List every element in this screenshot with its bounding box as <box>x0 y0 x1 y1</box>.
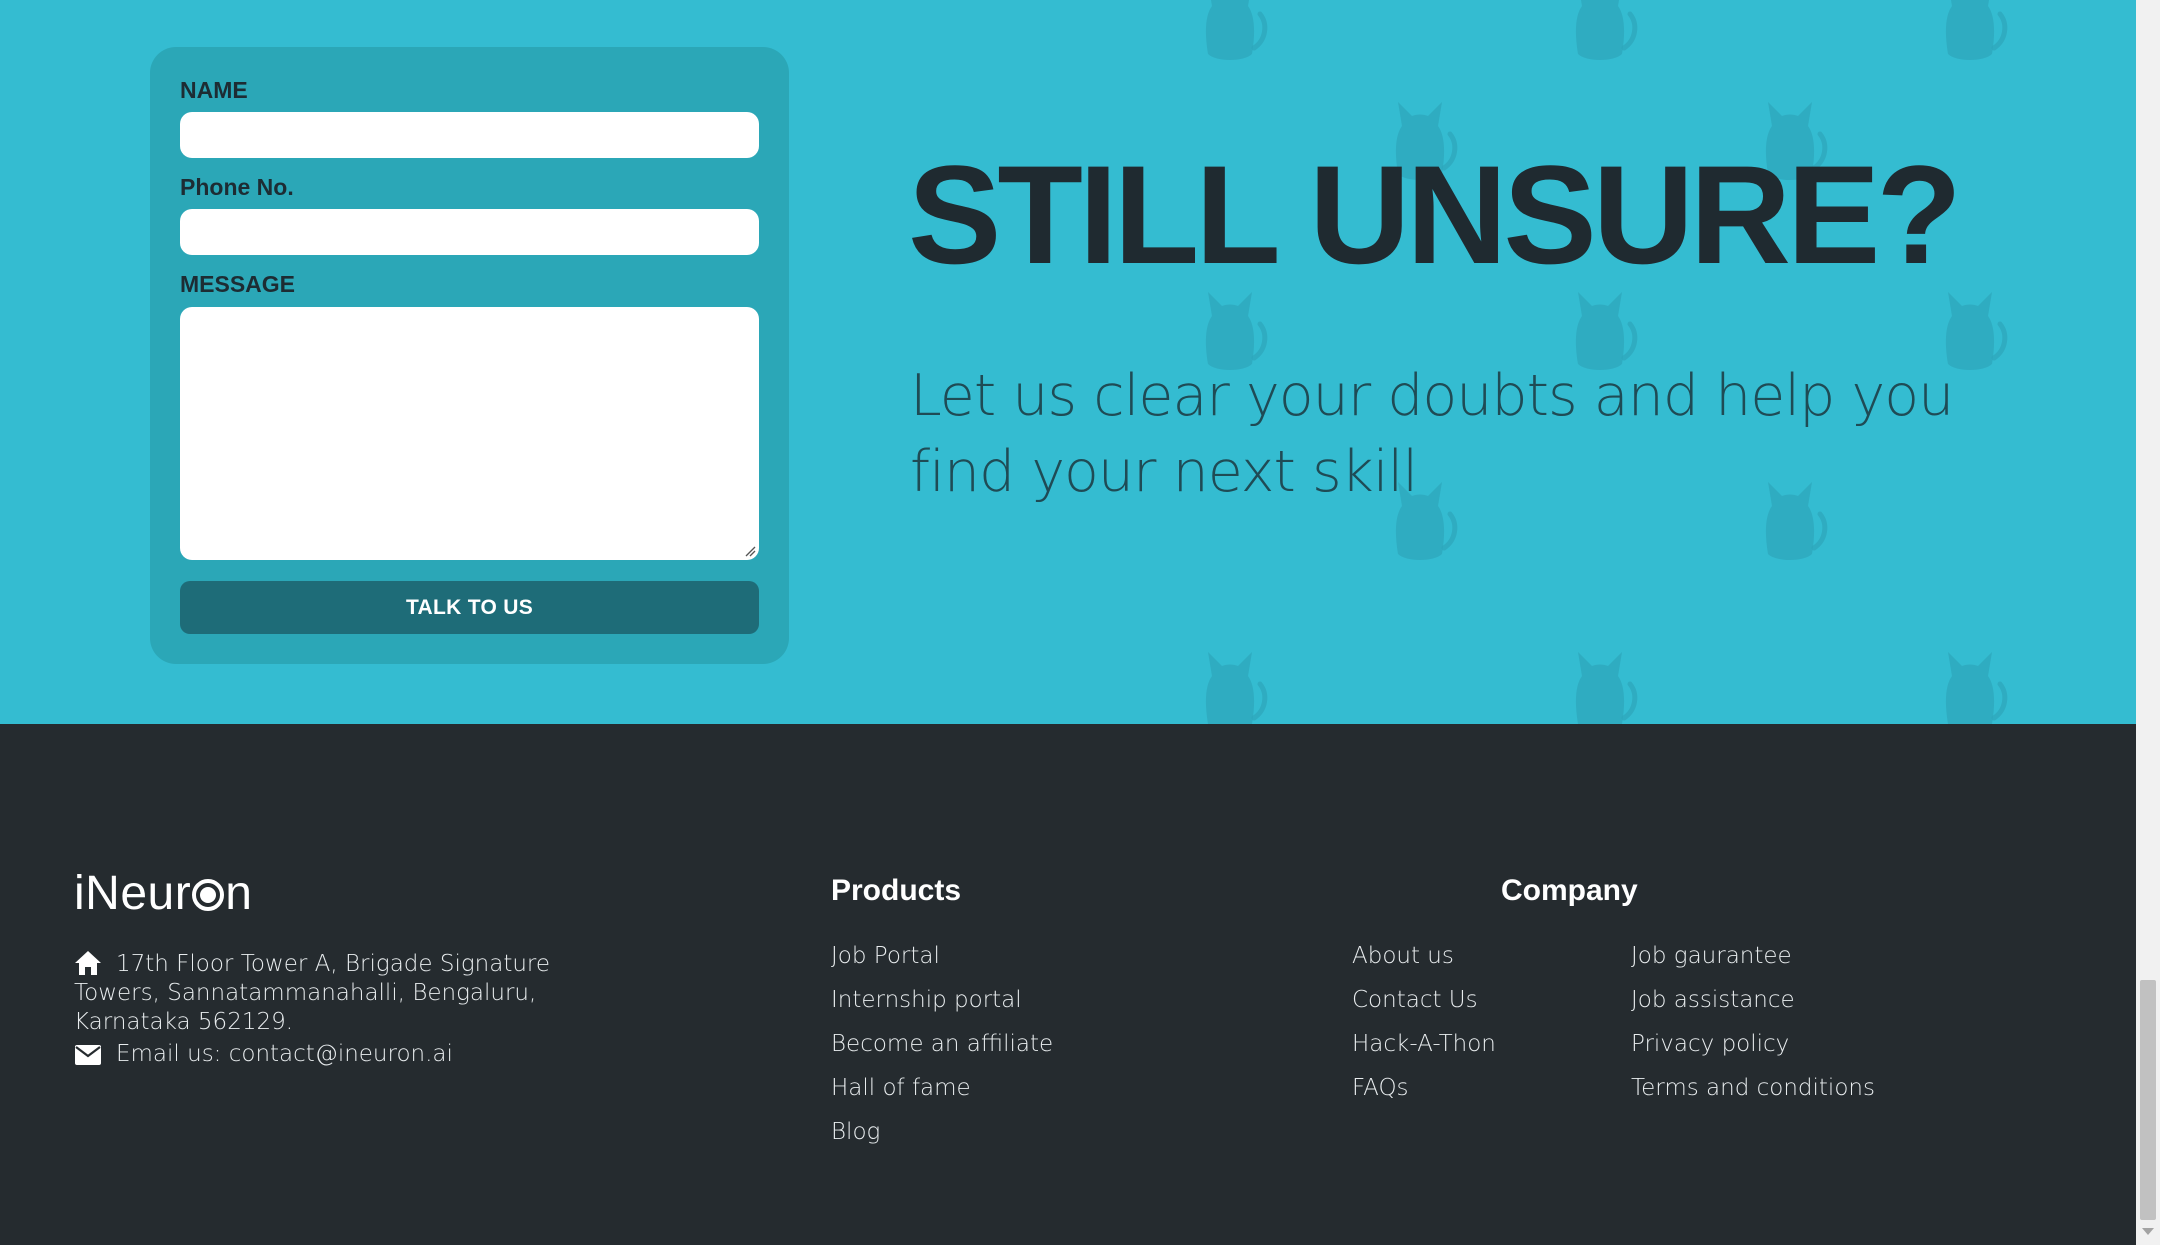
company-links-col2: Job gaurantee Job assistance Privacy pol… <box>1631 934 1875 1110</box>
site-footer: iNeur n 17th Floor Tower A, Brigade Signa… <box>0 724 2136 1245</box>
logo-o-icon <box>192 879 225 911</box>
contact-form: NAME Phone No. MESSAGE TALK TO US <box>150 47 789 664</box>
scrollbar-thumb[interactable] <box>2140 980 2156 1220</box>
hero-subtitle: Let us clear your doubts and help you fi… <box>910 363 1954 505</box>
products-heading: Products <box>831 874 962 907</box>
message-textarea[interactable] <box>180 307 759 560</box>
address-text: 17th Floor Tower A, Brigade Signature To… <box>74 951 551 1035</box>
page-scrollbar[interactable] <box>2136 0 2160 1245</box>
footer-link-hall-of-fame[interactable]: Hall of fame <box>831 1066 1053 1110</box>
envelope-icon <box>75 1045 101 1065</box>
ineuron-logo[interactable]: iNeur n <box>74 866 252 921</box>
address-block: 17th Floor Tower A, Brigade Signature To… <box>74 950 614 1037</box>
hero-title: STILL UNSURE? <box>908 136 1962 293</box>
footer-link-job-guarantee[interactable]: Job gaurantee <box>1631 934 1875 978</box>
footer-link-hackathon[interactable]: Hack-A-Thon <box>1352 1022 1496 1066</box>
email-link[interactable]: Email us: contact@ineuron.ai <box>116 1040 453 1069</box>
scroll-down-arrow-icon[interactable] <box>2142 1228 2154 1235</box>
footer-link-faqs[interactable]: FAQs <box>1352 1066 1496 1110</box>
footer-link-job-assistance[interactable]: Job assistance <box>1631 978 1875 1022</box>
company-heading: Company <box>1501 874 1638 907</box>
logo-text-start: iNeur <box>74 867 192 920</box>
products-links: Job Portal Internship portal Become an a… <box>831 934 1053 1154</box>
name-input[interactable] <box>180 112 759 158</box>
footer-link-about-us[interactable]: About us <box>1352 934 1496 978</box>
footer-link-privacy-policy[interactable]: Privacy policy <box>1631 1022 1875 1066</box>
footer-link-terms[interactable]: Terms and conditions <box>1631 1066 1875 1110</box>
footer-link-job-portal[interactable]: Job Portal <box>831 934 1053 978</box>
company-links-col1: About us Contact Us Hack-A-Thon FAQs <box>1352 934 1496 1110</box>
footer-link-blog[interactable]: Blog <box>831 1110 1053 1154</box>
phone-label: Phone No. <box>180 174 294 200</box>
talk-to-us-button[interactable]: TALK TO US <box>180 581 759 634</box>
name-label: NAME <box>180 77 248 103</box>
footer-link-contact-us[interactable]: Contact Us <box>1352 978 1496 1022</box>
footer-link-become-affiliate[interactable]: Become an affiliate <box>831 1022 1053 1066</box>
message-label: MESSAGE <box>180 271 296 297</box>
contact-section: NAME Phone No. MESSAGE TALK TO US STILL … <box>0 0 2136 724</box>
phone-input[interactable] <box>180 209 759 255</box>
footer-link-internship-portal[interactable]: Internship portal <box>831 978 1053 1022</box>
logo-text-end: n <box>225 867 253 920</box>
email-block: Email us: contact@ineuron.ai <box>74 1040 453 1069</box>
resize-handle-icon[interactable] <box>744 545 756 557</box>
